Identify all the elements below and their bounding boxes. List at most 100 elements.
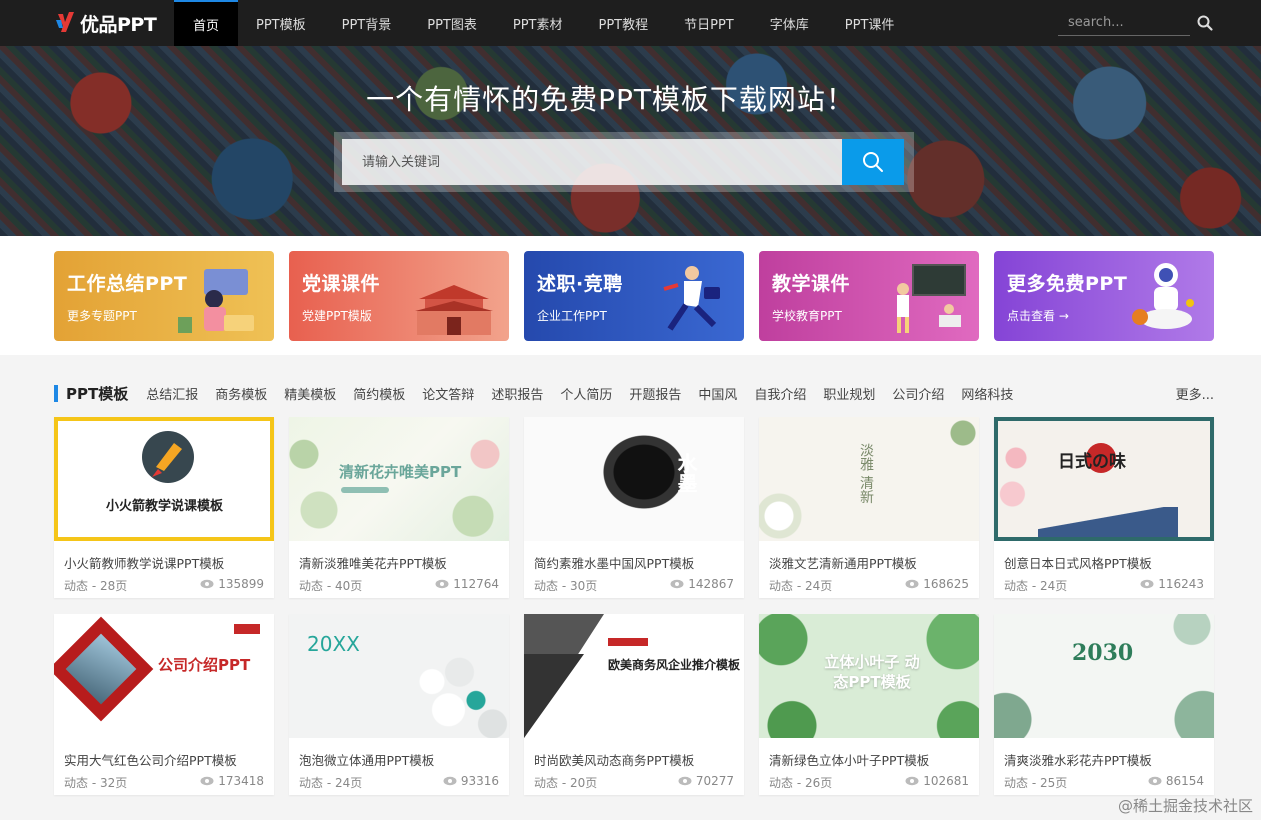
- tag-business[interactable]: 商务模板: [215, 384, 267, 403]
- tag-self-intro[interactable]: 自我介绍: [754, 384, 806, 403]
- template-title: 淡雅文艺清新通用PPT模板: [769, 556, 917, 571]
- hero-title: 一个有情怀的免费PPT模板下载网站！: [366, 83, 855, 116]
- tag-exquisite[interactable]: 精美模板: [284, 384, 336, 403]
- hero-search-button[interactable]: [842, 139, 904, 185]
- template-card[interactable]: 淡雅 清新 淡雅文艺清新通用PPT模板 动态 - 24页 168625: [759, 417, 979, 598]
- template-thumbnail: 水墨: [524, 417, 744, 541]
- template-card[interactable]: 水墨 简约素雅水墨中国风PPT模板 动态 - 30页 142867: [524, 417, 744, 598]
- nav-item-ppt-materials[interactable]: PPT素材: [495, 0, 581, 46]
- tag-resume[interactable]: 个人简历: [560, 384, 612, 403]
- template-card[interactable]: 清新花卉唯美PPT 清新淡雅唯美花卉PPT模板 动态 - 40页 112764: [289, 417, 509, 598]
- more-link[interactable]: 更多...: [1176, 384, 1214, 403]
- template-thumbnail: 小火箭教学说课模板: [54, 417, 274, 541]
- template-card[interactable]: 公司介绍PPT 实用大气红色公司介绍PPT模板 动态 - 32页 173418: [54, 614, 274, 795]
- template-thumbnail: 欧美商务风企业推介模板: [524, 614, 744, 738]
- template-card[interactable]: 欧美商务风企业推介模板 时尚欧美风动态商务PPT模板 动态 - 20页 7027…: [524, 614, 744, 795]
- eye-icon: [1148, 776, 1162, 786]
- thumbnail-text: 2030: [1072, 640, 1134, 666]
- thumbnail-text: 日式の味: [1058, 452, 1126, 472]
- category-title: 更多免费PPT: [1007, 273, 1128, 295]
- view-count-value: 93316: [460, 774, 499, 788]
- nav-item-ppt-templates[interactable]: PPT模板: [238, 0, 324, 46]
- template-meta: 动态 - 25页: [1004, 776, 1068, 790]
- thumbnail-text: 立体小叶子 动态PPT模板: [824, 653, 920, 691]
- thumbnail-text: 20XX: [307, 632, 360, 656]
- template-card[interactable]: 小火箭教学说课模板 小火箭教师教学说课PPT模板 动态 - 28页 135899: [54, 417, 274, 598]
- nav-item-fonts[interactable]: 字体库: [752, 0, 827, 46]
- logo-icon: [56, 12, 74, 32]
- hero-search-input[interactable]: [342, 139, 842, 185]
- view-count-value: 168625: [923, 577, 969, 591]
- category-card-debriefing[interactable]: 述职·竞聘 企业工作PPT: [524, 251, 744, 341]
- category-subtitle: 党建PPT模版: [302, 309, 372, 323]
- thumbnail-text: 水墨: [674, 453, 698, 493]
- template-card[interactable]: 20XX 泡泡微立体通用PPT模板 动态 - 24页 93316: [289, 614, 509, 795]
- tag-chinese-style[interactable]: 中国风: [698, 384, 737, 403]
- template-thumbnail: 日式の味: [994, 417, 1214, 541]
- view-count-value: 86154: [1165, 774, 1204, 788]
- category-subtitle: 更多专题PPT: [67, 309, 137, 323]
- tag-company-intro[interactable]: 公司介绍: [892, 384, 944, 403]
- eye-icon: [200, 579, 214, 589]
- nav-item-ppt-tutorials[interactable]: PPT教程: [581, 0, 667, 46]
- tag-debriefing-report[interactable]: 述职报告: [491, 384, 543, 403]
- section-title: PPT模板: [66, 384, 129, 403]
- thumbnail-text: 清新花卉唯美PPT: [339, 463, 462, 481]
- template-thumbnail: 公司介绍PPT: [54, 614, 274, 738]
- thumbnail-text: 欧美商务风企业推介模板: [608, 658, 741, 672]
- nav-item-ppt-courseware[interactable]: PPT课件: [827, 0, 913, 46]
- search-icon: [863, 152, 883, 172]
- view-count-value: 142867: [688, 577, 734, 591]
- template-meta: 动态 - 24页: [299, 776, 363, 790]
- running-businessman-illustration: [663, 266, 720, 331]
- template-meta: 动态 - 26页: [769, 776, 833, 790]
- category-card-teaching-courseware[interactable]: 教学课件 学校教育PPT: [759, 251, 979, 341]
- hero-search-bar: [334, 132, 914, 192]
- category-card-more-free[interactable]: 更多免费PPT 点击查看 →: [994, 251, 1214, 341]
- nav-item-holiday-ppt[interactable]: 节日PPT: [666, 0, 752, 46]
- top-search-input[interactable]: [1058, 15, 1186, 30]
- classroom-illustration: [897, 264, 966, 333]
- template-title: 小火箭教师教学说课PPT模板: [64, 556, 225, 571]
- section-accent-bar: [54, 384, 58, 402]
- search-icon[interactable]: [1196, 14, 1214, 32]
- tag-internet-tech[interactable]: 网络科技: [961, 384, 1013, 403]
- template-title: 创意日本日式风格PPT模板: [1004, 556, 1152, 571]
- tag-simple[interactable]: 简约模板: [353, 384, 405, 403]
- template-card[interactable]: 2030 清爽淡雅水彩花卉PPT模板 动态 - 25页 86154: [994, 614, 1214, 795]
- nav-item-home[interactable]: 首页: [174, 0, 238, 46]
- template-thumbnail: 清新花卉唯美PPT: [289, 417, 509, 541]
- nav-menu: 首页 PPT模板 PPT背景 PPT图表 PPT素材 PPT教程 节日PPT 字…: [174, 0, 912, 46]
- view-count-value: 135899: [218, 577, 264, 591]
- site-logo[interactable]: 优品PPT: [0, 0, 174, 46]
- template-title: 清新绿色立体小叶子PPT模板: [769, 753, 930, 768]
- view-count: 112764: [435, 577, 499, 591]
- view-count: 168625: [905, 577, 969, 591]
- tag-proposal-report[interactable]: 开题报告: [629, 384, 681, 403]
- tag-summary-report[interactable]: 总结汇报: [146, 384, 198, 403]
- eye-icon: [443, 776, 457, 786]
- view-count-value: 102681: [923, 774, 969, 788]
- category-title: 述职·竞聘: [537, 273, 623, 295]
- category-card-work-summary[interactable]: 工作总结PPT 更多专题PPT: [54, 251, 274, 341]
- template-meta: 动态 - 24页: [769, 579, 833, 593]
- template-thumbnail: 20XX: [289, 614, 509, 738]
- template-card[interactable]: 日式の味 创意日本日式风格PPT模板 动态 - 24页 116243: [994, 417, 1214, 598]
- hero-banner: 一个有情怀的免费PPT模板下载网站！: [0, 46, 1261, 236]
- nav-item-ppt-backgrounds[interactable]: PPT背景: [324, 0, 410, 46]
- template-card[interactable]: 立体小叶子 动态PPT模板 清新绿色立体小叶子PPT模板 动态 - 26页 10…: [759, 614, 979, 795]
- view-count: 116243: [1140, 577, 1204, 591]
- category-cards: 工作总结PPT 更多专题PPT 党课课件 党建PPT模版 述职·竞聘 企业工作P…: [0, 236, 1261, 355]
- tag-career-planning[interactable]: 职业规划: [823, 384, 875, 403]
- template-meta: 动态 - 24页: [1004, 579, 1068, 593]
- top-search-box: [1058, 10, 1190, 36]
- view-count-value: 112764: [453, 577, 499, 591]
- template-meta: 动态 - 30页: [534, 579, 598, 593]
- rocket-icon: [142, 431, 194, 483]
- nav-item-ppt-charts[interactable]: PPT图表: [409, 0, 495, 46]
- view-count: 173418: [200, 774, 264, 788]
- category-title: 工作总结PPT: [67, 273, 188, 295]
- tag-thesis-defense[interactable]: 论文答辩: [422, 384, 474, 403]
- eye-icon: [905, 579, 919, 589]
- category-card-party-course[interactable]: 党课课件 党建PPT模版: [289, 251, 509, 341]
